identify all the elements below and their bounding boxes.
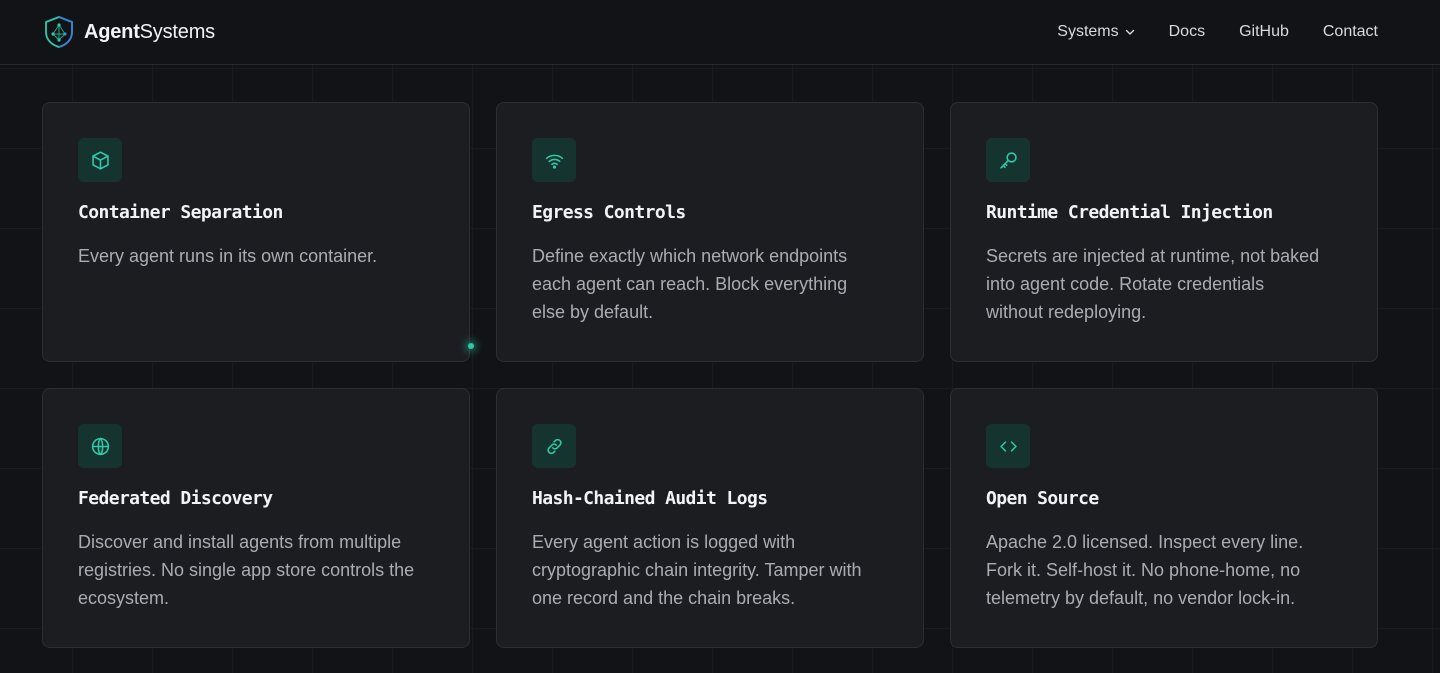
feature-icon-badge <box>532 138 576 182</box>
feature-title: Runtime Credential Injection <box>986 202 1273 223</box>
code-icon <box>999 440 1017 452</box>
grid-glow-dot <box>468 343 474 349</box>
feature-icon-badge <box>986 424 1030 468</box>
link-icon <box>546 438 562 454</box>
brand-name: AgentSystems <box>84 21 215 44</box>
cube-icon <box>91 150 109 170</box>
wifi-icon <box>545 154 563 169</box>
feature-title: Container Separation <box>78 202 283 223</box>
feature-card-egress-controls: Egress Controls Define exactly which net… <box>496 102 924 362</box>
nav-systems-label: Systems <box>1057 23 1119 40</box>
feature-description: Define exactly which network endpoints e… <box>532 246 848 322</box>
feature-card-runtime-credential-injection: Runtime Credential Injection Secrets are… <box>950 102 1378 362</box>
nav-contact-link[interactable]: Contact <box>1323 23 1378 41</box>
chevron-down-icon <box>1125 29 1134 35</box>
feature-icon-badge <box>78 424 122 468</box>
nav-links: Systems Docs GitHub Contact <box>1057 23 1378 41</box>
feature-icon-badge <box>986 138 1030 182</box>
feature-title: Egress Controls <box>532 202 686 223</box>
brand-name-light: Systems <box>139 20 215 43</box>
key-icon <box>999 151 1017 169</box>
feature-description: Discover and install agents from multipl… <box>78 532 415 608</box>
feature-description: Every agent runs in its own container. <box>78 246 378 266</box>
globe-icon <box>91 437 109 455</box>
feature-description: Every agent action is logged with crypto… <box>532 532 862 608</box>
feature-icon-badge <box>532 424 576 468</box>
brand-name-bold: Agent <box>84 20 140 43</box>
nav-docs-link[interactable]: Docs <box>1169 23 1205 41</box>
nav-systems-dropdown[interactable]: Systems <box>1057 23 1134 41</box>
feature-description: Apache 2.0 licensed. Inspect every line.… <box>986 532 1304 608</box>
feature-card-hash-chained-audit-logs: Hash-Chained Audit Logs Every agent acti… <box>496 388 924 648</box>
feature-title: Hash-Chained Audit Logs <box>532 488 768 509</box>
feature-description: Secrets are injected at runtime, not bak… <box>986 246 1320 322</box>
shield-network-logo <box>45 16 73 48</box>
feature-card-container-separation: Container Separation Every agent runs in… <box>42 102 470 362</box>
top-nav: AgentSystems Systems Docs GitHub Contact <box>0 0 1440 65</box>
feature-card-open-source: Open Source Apache 2.0 licensed. Inspect… <box>950 388 1378 648</box>
feature-card-federated-discovery: Federated Discovery Discover and install… <box>42 388 470 648</box>
feature-grid: Container Separation Every agent runs in… <box>42 102 1378 648</box>
brand-home-link[interactable]: AgentSystems <box>42 15 215 49</box>
feature-title: Federated Discovery <box>78 488 273 509</box>
feature-icon-badge <box>78 138 122 182</box>
nav-github-link[interactable]: GitHub <box>1239 23 1289 41</box>
feature-title: Open Source <box>986 488 1099 509</box>
